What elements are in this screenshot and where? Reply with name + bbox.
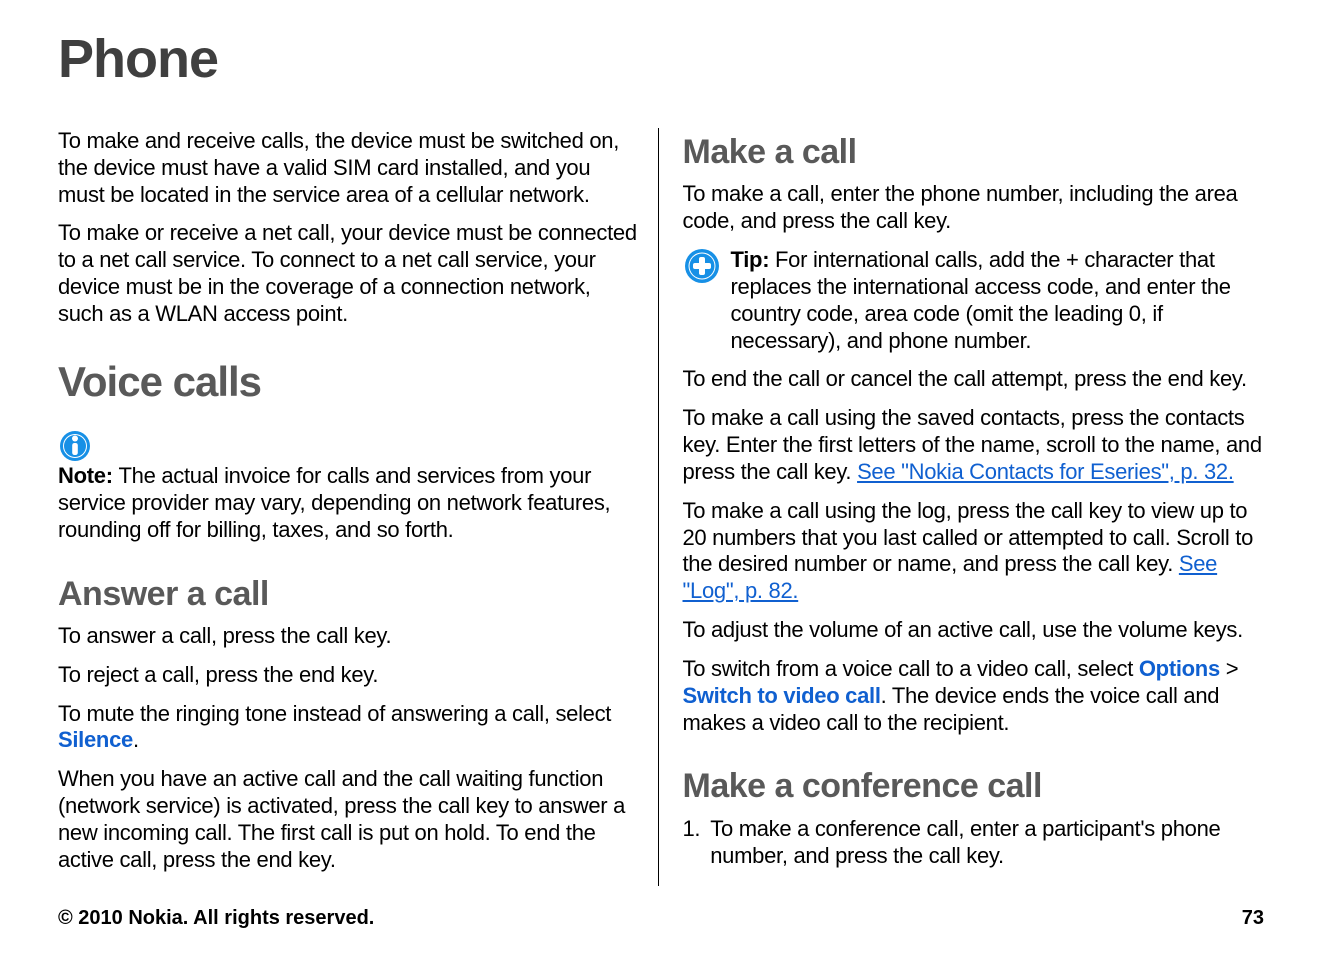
silence-option: Silence: [58, 727, 133, 752]
angle-separator: >: [1220, 656, 1238, 681]
answer-call-heading: Answer a call: [58, 574, 640, 615]
volume-paragraph: To adjust the volume of an active call, …: [683, 617, 1265, 644]
switch-pre: To switch from a voice call to a video c…: [683, 656, 1139, 681]
mute-paragraph: To mute the ringing tone instead of answ…: [58, 701, 640, 755]
switch-to-video-label: Switch to video call: [683, 683, 881, 708]
conference-call-heading: Make a conference call: [683, 766, 1265, 807]
note-label: Note:: [58, 463, 119, 488]
log-paragraph: To make a call using the log, press the …: [683, 498, 1265, 605]
mute-post: .: [133, 727, 139, 752]
conference-step-1: 1. To make a conference call, enter a pa…: [683, 816, 1265, 870]
answer-p1: To answer a call, press the call key.: [58, 623, 640, 650]
left-column: To make and receive calls, the device mu…: [58, 128, 658, 886]
intro-paragraph-2: To make or receive a net call, your devi…: [58, 220, 640, 327]
log-pre: To make a call using the log, press the …: [683, 498, 1254, 577]
step-text: To make a conference call, enter a parti…: [710, 816, 1264, 870]
tip-text: Tip: For international calls, add the + …: [731, 247, 1265, 354]
note-icon: [58, 429, 640, 463]
contacts-link[interactable]: See "Nokia Contacts for Eseries", p. 32.: [857, 459, 1234, 484]
right-column: Make a call To make a call, enter the ph…: [658, 128, 1265, 886]
tip-label: Tip:: [731, 247, 776, 272]
tip-block: Tip: For international calls, add the + …: [683, 247, 1265, 354]
page-footer: © 2010 Nokia. All rights reserved. 73: [58, 907, 1264, 930]
tip-body: For international calls, add the + chara…: [731, 247, 1231, 352]
end-call-paragraph: To end the call or cancel the call attem…: [683, 366, 1265, 393]
page-number: 73: [1242, 907, 1264, 930]
tip-icon: [683, 247, 721, 285]
note-body: The actual invoice for calls and service…: [58, 463, 610, 542]
make-call-p1: To make a call, enter the phone number, …: [683, 181, 1265, 235]
copyright-text: © 2010 Nokia. All rights reserved.: [58, 907, 374, 930]
switch-to-video-paragraph: To switch from a voice call to a video c…: [683, 656, 1265, 736]
intro-paragraph-1: To make and receive calls, the device mu…: [58, 128, 640, 208]
make-call-heading: Make a call: [683, 132, 1265, 173]
content-columns: To make and receive calls, the device mu…: [58, 128, 1264, 886]
contacts-paragraph: To make a call using the saved contacts,…: [683, 405, 1265, 485]
options-label: Options: [1139, 656, 1220, 681]
page-title: Phone: [58, 28, 1264, 90]
call-waiting-paragraph: When you have an active call and the cal…: [58, 766, 640, 873]
answer-p2: To reject a call, press the end key.: [58, 662, 640, 689]
step-number: 1.: [683, 816, 701, 870]
voice-calls-heading: Voice calls: [58, 356, 640, 407]
note-paragraph: Note: The actual invoice for calls and s…: [58, 429, 640, 543]
mute-pre: To mute the ringing tone instead of answ…: [58, 701, 611, 726]
